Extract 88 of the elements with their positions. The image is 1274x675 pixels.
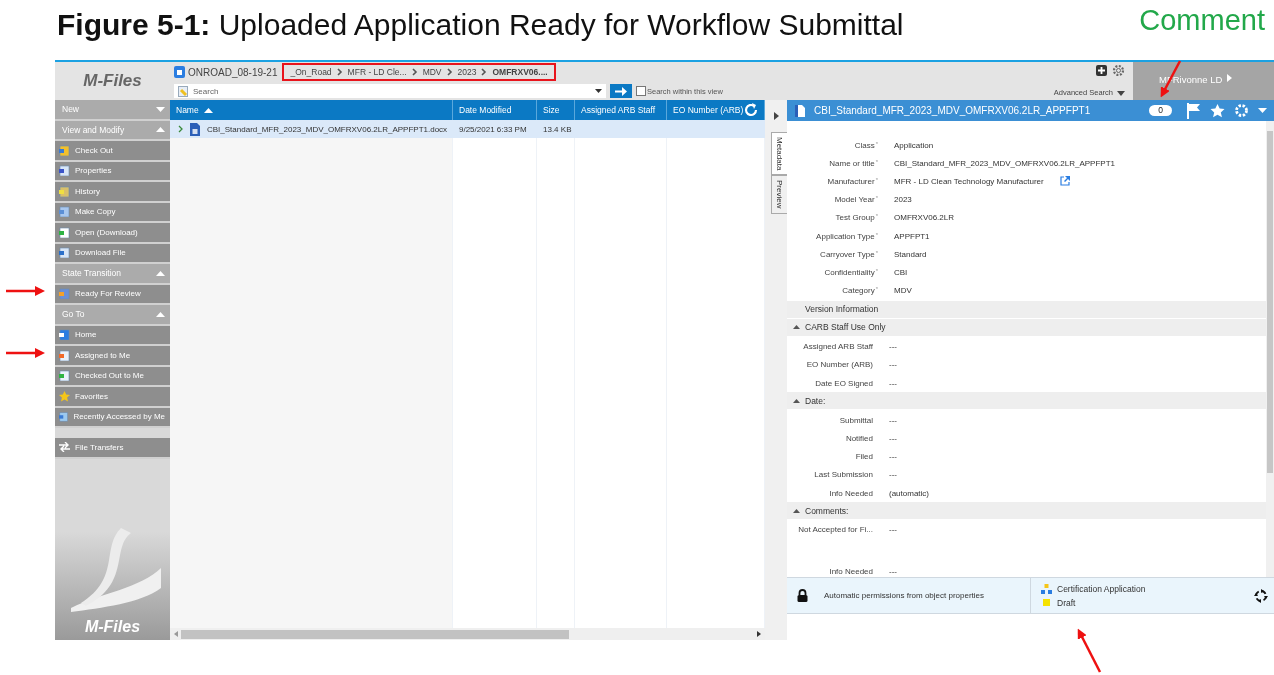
expand-icon[interactable] bbox=[178, 125, 183, 133]
app-logo: M-Files bbox=[84, 618, 141, 636]
section-header[interactable]: Comments: bbox=[787, 502, 1266, 521]
annotation-arrow bbox=[1077, 628, 1102, 673]
figure-caption: Figure 5-1: Uploaded Application Ready for Workflow Submittal bbox=[57, 8, 904, 42]
add-icon[interactable] bbox=[1096, 65, 1107, 76]
property-label: Assigned ARB Staff bbox=[802, 342, 873, 352]
property-value[interactable]: MDV bbox=[894, 286, 912, 296]
refresh-icon[interactable] bbox=[743, 102, 759, 118]
property-label: Info Needed bbox=[828, 566, 873, 576]
object-title: CBI_Standard_MFR_2023_MDV_OMFRXV06.2LR_APPFPT1 bbox=[814, 105, 1092, 116]
search-field[interactable]: Search bbox=[174, 84, 606, 98]
property-label: Filed bbox=[854, 452, 873, 462]
property-value[interactable]: --- bbox=[889, 415, 897, 425]
property-value[interactable]: CBI bbox=[894, 267, 908, 277]
property-label: Notified bbox=[844, 434, 873, 444]
transfer-icon bbox=[59, 442, 70, 453]
caret-icon[interactable] bbox=[1258, 108, 1267, 113]
property-value[interactable]: --- bbox=[889, 434, 897, 444]
property-value[interactable]: --- bbox=[889, 360, 897, 370]
section-header[interactable]: Date: bbox=[787, 392, 1266, 411]
file-row[interactable]: CBI_Standard_MFR_2023_MDV_OMFRXV06.2LR_APPFPT1.docx 9/25/2021 6:33 PM 13.4 KB bbox=[170, 120, 765, 138]
scrollbar[interactable] bbox=[170, 628, 765, 640]
property-value[interactable]: 2023 bbox=[894, 195, 912, 205]
property-label: Last Submission bbox=[813, 470, 873, 480]
settings-icon[interactable] bbox=[1112, 64, 1125, 77]
checkbox[interactable] bbox=[636, 86, 646, 96]
table-cell: 9/25/2021 6:33 PM bbox=[459, 124, 527, 134]
document-icon bbox=[795, 104, 805, 117]
annotation-arrow bbox=[6, 286, 45, 296]
scroll-right-icon[interactable] bbox=[757, 631, 761, 637]
app-logo: M-Files bbox=[83, 71, 142, 91]
property-value[interactable]: Application bbox=[894, 140, 934, 150]
chevron-icon bbox=[446, 68, 453, 76]
breadcrumb-item[interactable]: OMFRXV06.... bbox=[492, 67, 548, 77]
vault-icon bbox=[174, 66, 185, 78]
property-value[interactable]: CBI_Standard_MFR_2023_MDV_OMFRXV06.2LR_APPFPT1 bbox=[894, 158, 1115, 168]
breadcrumb-item[interactable]: ONROAD_08-19-21 bbox=[188, 66, 278, 78]
search-button[interactable] bbox=[610, 84, 632, 98]
property-label: Date EO Signed bbox=[814, 378, 873, 388]
scrollbar[interactable] bbox=[1266, 121, 1274, 577]
external-link-icon[interactable] bbox=[1059, 176, 1070, 187]
section-header[interactable]: Version Information bbox=[787, 300, 1266, 319]
property-value[interactable]: --- bbox=[889, 342, 897, 352]
chevron-icon bbox=[411, 68, 418, 76]
property-value[interactable]: MFR - LD Clean Technology Manufacturer bbox=[894, 176, 1044, 186]
property-value[interactable]: (automatic) bbox=[889, 488, 929, 498]
annotation-label: Comment bbox=[1139, 4, 1265, 37]
caret-icon[interactable] bbox=[1117, 91, 1125, 96]
property-label: EO Number (ARB) bbox=[805, 360, 873, 370]
flag-icon[interactable] bbox=[1187, 102, 1201, 119]
property-label: Submittal bbox=[838, 415, 873, 425]
property-value[interactable]: --- bbox=[889, 452, 897, 462]
property-label: Not Accepted for Fi... bbox=[797, 525, 873, 535]
breadcrumb-item[interactable]: _On_Road bbox=[290, 67, 332, 77]
property-label: Info Needed bbox=[828, 488, 873, 498]
workflow-name[interactable]: Certification Application bbox=[1057, 583, 1146, 594]
property-value[interactable]: --- bbox=[889, 470, 897, 480]
property-value[interactable]: --- bbox=[889, 525, 897, 535]
star-icon bbox=[59, 390, 70, 402]
side-tab[interactable]: Preview bbox=[771, 175, 787, 214]
breadcrumb-item[interactable]: MDV bbox=[422, 67, 442, 77]
comment-count[interactable]: 0 bbox=[1149, 105, 1172, 116]
property-value[interactable]: OMFRXV06.2LR bbox=[894, 213, 955, 223]
collapse-icon[interactable] bbox=[773, 112, 779, 120]
chevron-icon bbox=[336, 68, 343, 76]
breadcrumb-item[interactable]: 2023 bbox=[457, 67, 477, 77]
scroll-left-icon[interactable] bbox=[174, 631, 178, 637]
workflow-state[interactable]: Draft bbox=[1057, 597, 1076, 608]
property-value[interactable]: Standard bbox=[894, 249, 927, 259]
cycle-icon[interactable] bbox=[1254, 588, 1268, 603]
document-icon bbox=[190, 122, 200, 136]
table-cell: CBI_Standard_MFR_2023_MDV_OMFRXV06.2LR_APPFPT1.docx bbox=[207, 124, 448, 134]
side-tab[interactable]: Metadata bbox=[771, 132, 787, 176]
breadcrumb-item[interactable]: MFR - LD Cle... bbox=[347, 67, 407, 77]
table-cell: 13.4 KB bbox=[543, 124, 572, 134]
state-icon bbox=[1043, 599, 1050, 606]
permissions-text[interactable]: Automatic permissions from object properties bbox=[824, 591, 985, 600]
chevron-icon bbox=[481, 68, 488, 76]
property-value[interactable]: --- bbox=[889, 378, 897, 388]
star-icon[interactable] bbox=[1210, 103, 1225, 118]
property-value[interactable]: APPFPT1 bbox=[894, 231, 930, 241]
dropdown-icon[interactable] bbox=[595, 89, 602, 93]
property-value[interactable]: --- bbox=[889, 566, 897, 576]
workflow-icon bbox=[1041, 583, 1052, 594]
annotation-arrow bbox=[6, 348, 45, 358]
search-icon bbox=[178, 85, 189, 97]
lock-icon bbox=[797, 589, 808, 602]
